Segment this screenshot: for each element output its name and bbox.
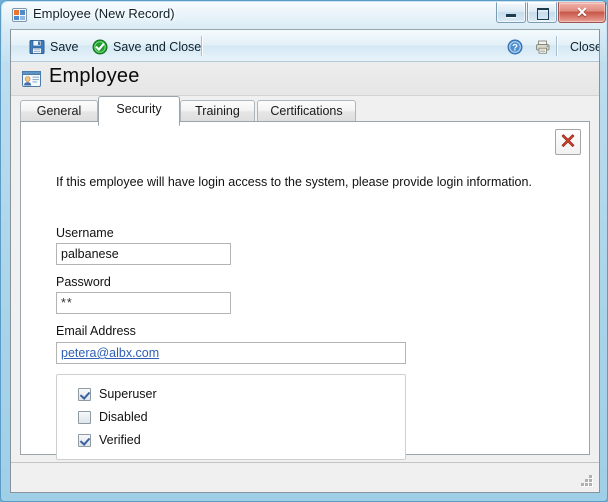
minimize-button[interactable] xyxy=(496,2,526,23)
title-bar[interactable]: Employee (New Record) ✕ xyxy=(1,1,608,29)
window-client-area: Save Save and Close ? Close Employee Gen… xyxy=(10,29,600,493)
resize-grip[interactable] xyxy=(581,475,594,488)
svg-text:?: ? xyxy=(512,43,518,54)
help-button[interactable]: ? xyxy=(501,34,529,60)
username-input[interactable] xyxy=(56,243,231,265)
printer-icon xyxy=(535,39,551,55)
tab-certifications[interactable]: Certifications xyxy=(257,100,356,122)
close-button-label: Close xyxy=(570,40,600,54)
tab-security[interactable]: Security xyxy=(98,96,180,126)
intro-text: If this employee will have login access … xyxy=(56,175,532,189)
save-disk-icon xyxy=(29,39,45,55)
toolbar-separator-right xyxy=(556,36,557,56)
window-title: Employee (New Record) xyxy=(33,6,175,21)
save-and-close-button-label: Save and Close xyxy=(113,40,202,54)
delete-button[interactable] xyxy=(555,129,581,155)
close-window-button[interactable]: ✕ xyxy=(558,2,606,23)
window-controls[interactable]: ✕ xyxy=(496,2,606,23)
disabled-label: Disabled xyxy=(99,410,148,424)
maximize-button[interactable] xyxy=(527,2,557,23)
disabled-checkbox[interactable] xyxy=(78,410,91,424)
email-label: Email Address xyxy=(56,324,136,338)
email-field[interactable]: petera@albx.com xyxy=(56,342,406,364)
superuser-label: Superuser xyxy=(99,387,157,401)
check-circle-icon xyxy=(92,39,108,55)
permissions-group: Superuser Disabled Verified xyxy=(56,374,406,460)
tab-general[interactable]: General xyxy=(20,100,98,122)
save-button[interactable]: Save xyxy=(23,34,85,60)
save-button-label: Save xyxy=(50,40,79,54)
password-input[interactable] xyxy=(56,292,231,314)
page-title: Employee xyxy=(49,65,140,87)
minimize-icon xyxy=(506,14,516,17)
verified-label: Verified xyxy=(99,433,141,447)
checkbox-row-superuser[interactable]: Superuser xyxy=(78,387,157,401)
superuser-checkbox[interactable] xyxy=(78,387,91,401)
toolbar-separator-left xyxy=(201,36,202,56)
save-and-close-button[interactable]: Save and Close xyxy=(86,34,207,60)
close-button[interactable]: Close xyxy=(564,34,600,60)
verified-checkbox[interactable] xyxy=(78,433,91,447)
toolbar: Save Save and Close ? Close xyxy=(11,30,599,62)
tab-strip: General Security Training Certifications xyxy=(11,96,599,126)
help-question-icon: ? xyxy=(507,39,523,55)
close-icon: ✕ xyxy=(576,4,588,20)
username-label: Username xyxy=(56,226,114,240)
status-bar xyxy=(11,462,599,492)
checkbox-row-disabled[interactable]: Disabled xyxy=(78,410,148,424)
application-window: Employee (New Record) ✕ Save Save and Cl… xyxy=(0,0,608,502)
form-window-icon xyxy=(12,8,27,22)
tab-content-panel: If this employee will have login access … xyxy=(20,121,590,460)
email-link[interactable]: petera@albx.com xyxy=(61,345,159,361)
maximize-icon xyxy=(537,8,549,20)
password-label: Password xyxy=(56,275,111,289)
employee-card-icon xyxy=(22,70,41,88)
tab-training[interactable]: Training xyxy=(180,100,255,122)
delete-x-icon xyxy=(560,132,576,153)
form-header: Employee xyxy=(11,62,599,96)
checkbox-row-verified[interactable]: Verified xyxy=(78,433,141,447)
print-button[interactable] xyxy=(529,34,557,60)
